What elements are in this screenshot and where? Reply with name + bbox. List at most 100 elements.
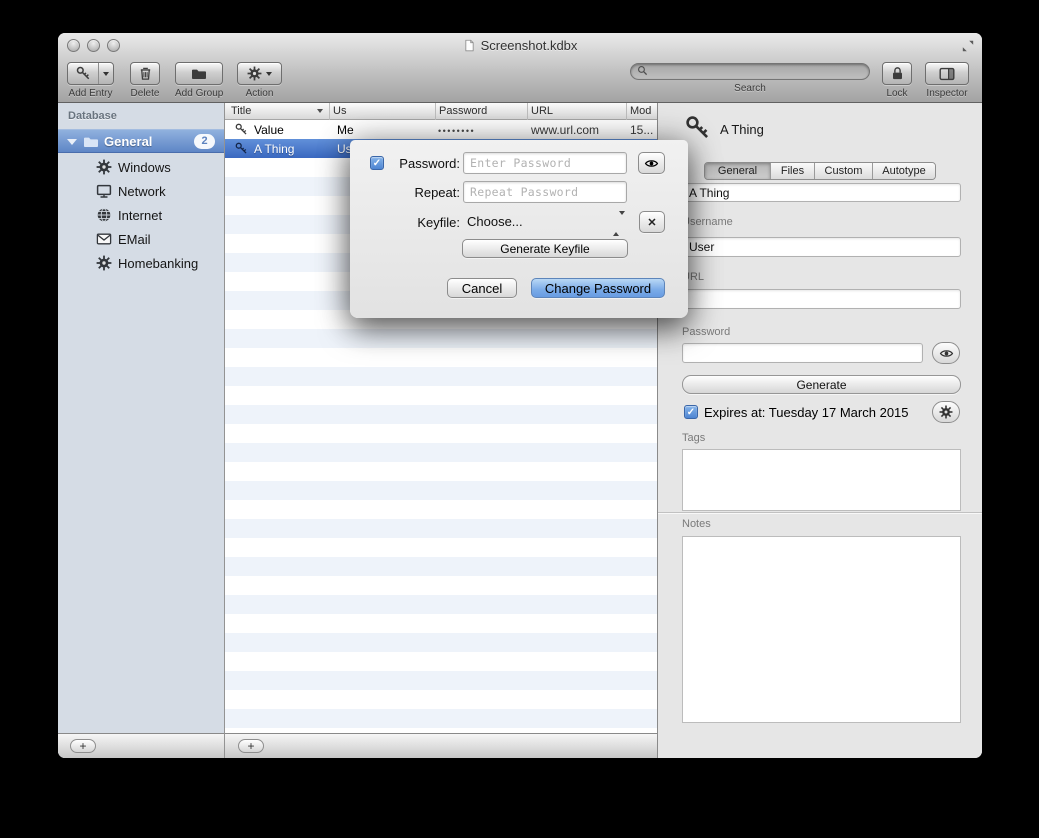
entry-list-header: Title Us Password URL Mod: [225, 103, 657, 120]
dialog-password-input[interactable]: [463, 152, 627, 174]
tab-autotype[interactable]: Autotype: [873, 163, 935, 179]
chevron-down-icon: [266, 72, 272, 76]
generate-keyfile-button[interactable]: Generate Keyfile: [462, 239, 628, 258]
entry-title: Value: [254, 123, 284, 137]
add-entry-plus-button[interactable]: +: [238, 739, 264, 753]
action-button[interactable]: [237, 62, 282, 85]
inspector-tabs: General Files Custom Autotype: [704, 162, 936, 180]
tab-custom[interactable]: Custom: [815, 163, 873, 179]
title-field[interactable]: [682, 183, 961, 202]
add-entry-dropdown[interactable]: [98, 63, 113, 84]
search-label: Search: [630, 83, 870, 94]
reveal-password-button[interactable]: [932, 342, 960, 364]
eye-icon: [644, 158, 659, 169]
reveal-password-button[interactable]: [638, 152, 665, 174]
chevron-down-icon: [103, 72, 109, 76]
expires-label: Expires at: Tuesday 17 March 2015: [704, 405, 909, 420]
keyfile-popup-button[interactable]: Choose...: [463, 211, 631, 233]
sidebar-item-homebanking[interactable]: Homebanking: [58, 251, 224, 275]
inspector-panel: A Thing General Files Custom Autotype Us…: [658, 103, 982, 758]
keyfile-selected-value: Choose...: [467, 214, 523, 229]
column-header-username[interactable]: Us: [333, 105, 346, 117]
clear-keyfile-button[interactable]: ✕: [639, 211, 665, 233]
add-group-plus-button[interactable]: +: [70, 739, 96, 753]
sidebar-item-network[interactable]: Network: [58, 179, 224, 203]
app-window: Screenshot.kdbx Add Entry Delete Add Gro…: [58, 33, 982, 758]
expires-checkbox[interactable]: ✓: [684, 405, 698, 419]
dialog-repeat-input[interactable]: [463, 181, 627, 203]
fullscreen-icon[interactable]: [960, 38, 976, 54]
notes-field[interactable]: [682, 536, 961, 723]
tags-field[interactable]: [682, 449, 961, 511]
entry-count-badge: 2: [194, 134, 215, 149]
lock-icon: [890, 66, 905, 81]
monitor-icon: [96, 183, 112, 199]
document-icon: [463, 39, 476, 52]
search-input[interactable]: [630, 63, 870, 80]
sidebar-bottom-bar: +: [58, 733, 224, 758]
sidebar-item-label: Homebanking: [118, 256, 198, 271]
inspector-entry-title: A Thing: [720, 122, 764, 137]
delete-label: Delete: [130, 88, 160, 99]
column-header-password[interactable]: Password: [439, 105, 487, 117]
sidebar-item-general[interactable]: General 2: [58, 129, 224, 153]
inspector-button[interactable]: [925, 62, 969, 85]
lock-label: Lock: [882, 88, 912, 99]
password-label: Password: [682, 326, 730, 338]
checkmark-icon: ✓: [687, 407, 695, 418]
delete-button[interactable]: [130, 62, 160, 85]
entry-title: A Thing: [254, 142, 294, 156]
sidebar-section-header: Database: [68, 110, 117, 122]
expires-settings-button[interactable]: [932, 401, 960, 423]
cancel-button[interactable]: Cancel: [447, 278, 517, 298]
dialog-keyfile-label: Keyfile:: [388, 215, 460, 230]
sidebar-item-windows[interactable]: Windows: [58, 155, 224, 179]
sidebar-item-email[interactable]: EMail: [58, 227, 224, 251]
password-field[interactable]: [682, 343, 923, 363]
action-label: Action: [237, 88, 282, 99]
folder-icon: [83, 134, 99, 150]
window-header: Screenshot.kdbx Add Entry Delete Add Gro…: [58, 33, 982, 103]
sidebar: Database General 2 Windows Network Inter…: [58, 103, 225, 758]
table-row[interactable]: Value Me •••••••• www.url.com 15...: [225, 120, 657, 139]
entry-modified: 15...: [630, 123, 653, 137]
column-header-modified[interactable]: Mod: [630, 105, 651, 117]
add-entry-label: Add Entry: [67, 88, 114, 99]
sidebar-item-label: Internet: [118, 208, 162, 223]
username-field[interactable]: [682, 237, 961, 257]
disclosure-triangle-icon[interactable]: [67, 139, 77, 145]
password-checkbox[interactable]: ✓: [370, 156, 384, 170]
folder-icon: [191, 66, 207, 82]
key-icon: [76, 66, 91, 81]
tab-files[interactable]: Files: [771, 163, 815, 179]
generate-password-button[interactable]: Generate: [682, 375, 961, 394]
column-header-url[interactable]: URL: [531, 105, 553, 117]
lock-button[interactable]: [882, 62, 912, 85]
gear-icon: [939, 405, 953, 419]
inspector-panel-icon: [939, 66, 955, 82]
entry-username: Me: [337, 123, 354, 137]
key-icon: [685, 115, 711, 141]
inspector-label: Inspector: [925, 88, 969, 99]
sidebar-item-label: EMail: [118, 232, 151, 247]
checkmark-icon: ✓: [373, 158, 381, 169]
sidebar-item-internet[interactable]: Internet: [58, 203, 224, 227]
envelope-icon: [96, 231, 112, 247]
column-header-title[interactable]: Title: [231, 105, 251, 117]
sidebar-item-label: Windows: [118, 160, 171, 175]
dialog-repeat-label: Repeat:: [388, 185, 460, 200]
entry-password: ••••••••: [438, 126, 475, 136]
change-password-button[interactable]: Change Password: [531, 278, 665, 298]
sort-indicator-icon: [317, 109, 323, 113]
url-field[interactable]: [682, 289, 961, 309]
add-group-button[interactable]: [175, 62, 223, 85]
entry-url: www.url.com: [531, 123, 599, 137]
sidebar-item-label: General: [104, 134, 152, 149]
tab-general[interactable]: General: [705, 163, 771, 179]
dialog-password-label: Password:: [388, 156, 460, 171]
add-entry-button[interactable]: [67, 62, 114, 85]
globe-icon: [96, 207, 112, 223]
key-icon: [235, 123, 248, 136]
gear-icon: [247, 66, 262, 81]
popup-stepper-icon: [613, 215, 625, 233]
